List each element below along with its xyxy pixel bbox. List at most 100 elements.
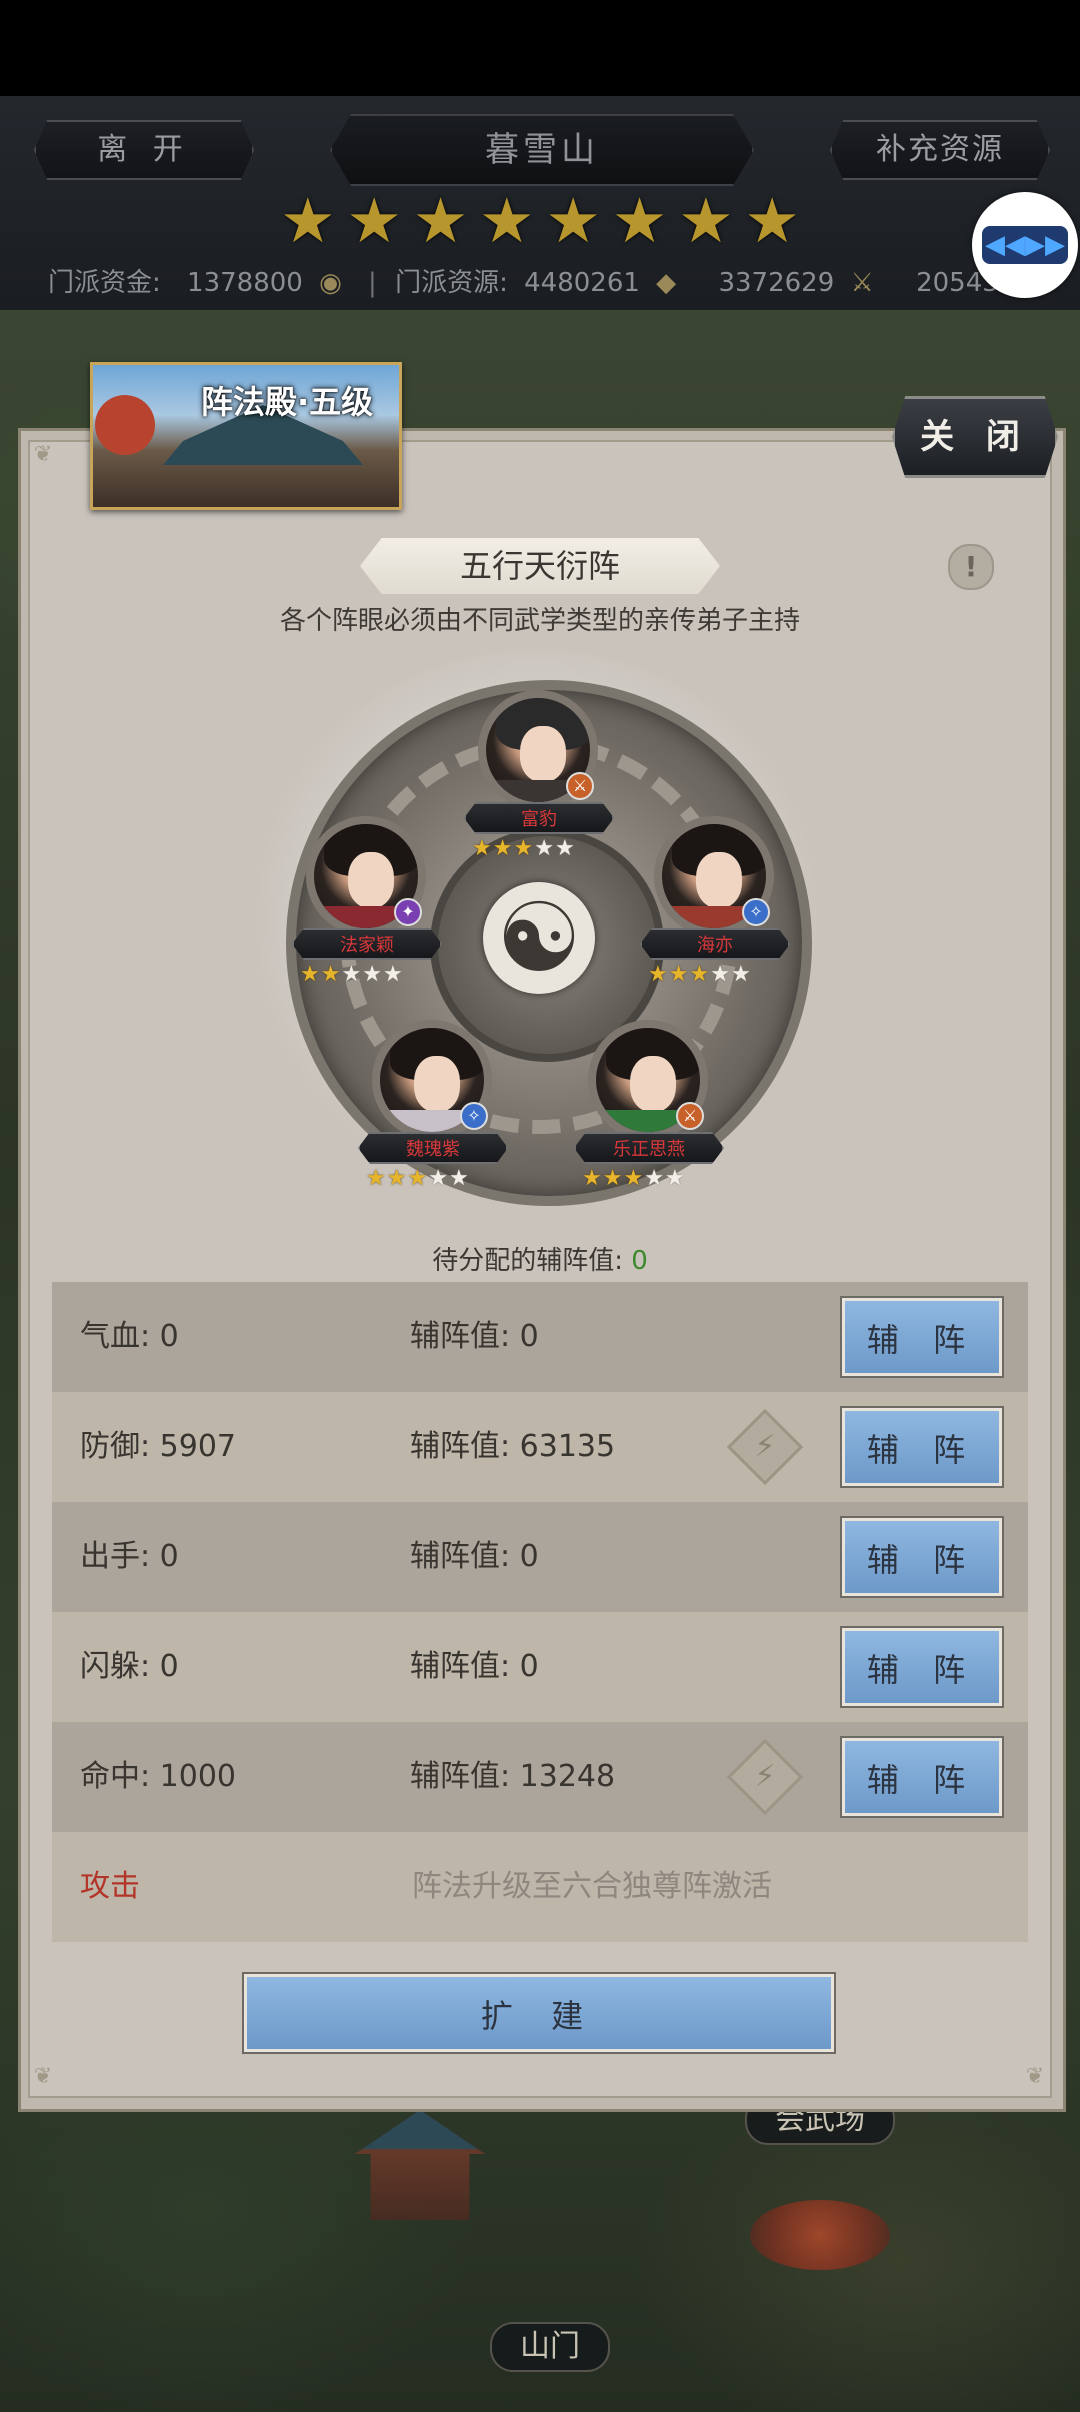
martial-type-badge-icon: ✧ [460, 1102, 488, 1130]
face [348, 852, 394, 908]
star-icon: ★ [545, 184, 601, 257]
star-filled-icon: ★ [300, 962, 321, 987]
mountain-name: 暮雪山 [330, 114, 754, 186]
disciple-name: 乐正思燕 [574, 1132, 724, 1164]
disciple-stars: ★★★★★ [582, 1166, 712, 1192]
stat-assist-value: 辅阵值: 13248 [410, 1759, 616, 1794]
formation-description: 各个阵眼必须由不同武学类型的亲传弟子主持 [279, 606, 800, 636]
resource-2-value: 3372629 [718, 268, 835, 298]
star-filled-icon: ★ [689, 962, 711, 987]
star-filled-icon: ★ [366, 1166, 387, 1191]
disciple-stars: ★★★★★ [648, 962, 778, 988]
assist-button[interactable]: 辅 阵 [842, 1408, 1002, 1486]
corner-ornament-icon: ❦ [33, 2064, 53, 2089]
star-empty-icon: ★ [730, 962, 752, 987]
star-empty-icon: ★ [362, 962, 383, 987]
stat-label: 防御: 5907 [80, 1429, 237, 1464]
face [520, 726, 566, 782]
formation-slot-bottom-left[interactable]: ✧ 魏瑰紫 ★★★★★ [358, 1020, 508, 1198]
star-filled-icon: ★ [648, 962, 669, 987]
resource-value: 4480261 [524, 268, 640, 298]
martial-type-badge-icon: ⚔ [676, 1102, 704, 1130]
stat-assist-value: 辅阵值: 0 [410, 1649, 539, 1684]
star-filled-icon: ★ [320, 962, 342, 987]
map-plaza [750, 2200, 890, 2270]
star-empty-icon: ★ [382, 962, 404, 987]
star-filled-icon: ★ [582, 1166, 603, 1191]
disciple-name: 魏瑰紫 [358, 1132, 508, 1164]
corner-ornament-icon: ❦ [33, 442, 53, 467]
funds-label: 门派资金: [48, 268, 161, 298]
star-filled-icon: ★ [407, 1166, 429, 1191]
star-filled-icon: ★ [668, 962, 690, 987]
swap-icon[interactable]: ⚡ [726, 1738, 804, 1816]
star-empty-icon: ★ [448, 1166, 470, 1191]
star-icon: ★ [744, 184, 800, 257]
star-empty-icon: ★ [664, 1166, 686, 1191]
star-filled-icon: ★ [513, 836, 535, 861]
stat-row-speed: 出手: 0 辅阵值: 0 辅 阵 [52, 1502, 1028, 1612]
star-empty-icon: ★ [534, 836, 555, 861]
assist-button[interactable]: 辅 阵 [842, 1738, 1002, 1816]
leave-button[interactable]: 离 开 [34, 120, 254, 180]
stat-row-hp: 气血: 0 辅阵值: 0 辅 阵 [52, 1282, 1028, 1392]
star-icon: ★ [412, 184, 469, 257]
stat-assist-value: 辅阵值: 0 [410, 1539, 539, 1574]
tree-decoration [95, 395, 155, 455]
stat-label: 命中: 1000 [80, 1759, 237, 1794]
star-empty-icon: ★ [428, 1166, 449, 1191]
refill-resources-button[interactable]: 补充资源 [830, 120, 1050, 180]
star-icon: ★ [346, 184, 402, 257]
stat-label: 闪躲: 0 [80, 1649, 179, 1684]
star-filled-icon: ★ [472, 836, 493, 861]
star-empty-icon: ★ [710, 962, 731, 987]
swap-icon[interactable]: ⚡ [726, 1408, 804, 1486]
floating-assistant-button[interactable]: ◀◀▶▶ [972, 192, 1078, 298]
resource-label: 门派资源: [395, 268, 508, 298]
yin-yang-icon: ☯ [483, 882, 595, 994]
formation-slot-bottom-right[interactable]: ⚔ 乐正思燕 ★★★★★ [574, 1020, 724, 1198]
map-label-shanmen[interactable]: 山门 [490, 2322, 610, 2372]
assist-button[interactable]: 辅 阵 [842, 1628, 1002, 1706]
stat-assist-value: 辅阵值: 0 [410, 1319, 539, 1354]
stat-label: 气血: 0 [80, 1319, 179, 1354]
expand-button[interactable]: 扩 建 [244, 1974, 834, 2052]
formation-slot-left[interactable]: ✦ 法家颖 ★★★★★ [292, 816, 442, 994]
info-icon[interactable]: ! [948, 544, 994, 590]
face [630, 1056, 676, 1112]
martial-type-badge-icon: ⚔ [566, 772, 594, 800]
attack-locked-note: 阵法升级至六合独尊阵激活 [412, 1869, 772, 1904]
sword-icon: ⚔ [850, 268, 874, 298]
formation-slot-right[interactable]: ✧ 海亦 ★★★★★ [640, 816, 790, 994]
star-filled-icon: ★ [386, 1166, 408, 1191]
star-empty-icon: ★ [341, 962, 363, 987]
corner-ornament-icon: ❦ [1025, 2064, 1045, 2089]
stat-label: 出手: 0 [80, 1539, 179, 1574]
pending-label: 待分配的辅阵值: [432, 1246, 623, 1276]
close-button[interactable]: 关 闭 [892, 396, 1058, 478]
divider: | [368, 268, 377, 298]
star-icon: ★ [678, 184, 734, 257]
star-empty-icon: ★ [644, 1166, 665, 1191]
assist-button[interactable]: 辅 阵 [842, 1518, 1002, 1596]
assist-button[interactable]: 辅 阵 [842, 1298, 1002, 1376]
star-filled-icon: ★ [623, 1166, 645, 1191]
disciple-stars: ★★★★★ [366, 1166, 496, 1192]
resource-bar: 门派资金: 1378800 ◉ | 门派资源: 4480261 ◆ 337262… [48, 266, 1048, 300]
stat-assist-value: 辅阵值: 63135 [410, 1429, 616, 1464]
face [414, 1056, 460, 1112]
hall-title-card: 阵法殿·五级 [90, 362, 402, 510]
hall-title: 阵法殿·五级 [201, 383, 374, 421]
disciple-name: 富豹 [464, 802, 614, 834]
disciple-name: 法家颖 [292, 928, 442, 960]
stat-row-hit: 命中: 1000 辅阵值: 13248 ⚡ 辅 阵 [52, 1722, 1028, 1832]
pending-value: 0 [631, 1246, 648, 1276]
face [696, 852, 742, 908]
stat-row-dodge: 闪躲: 0 辅阵值: 0 辅 阵 [52, 1612, 1028, 1722]
martial-type-badge-icon: ✦ [394, 898, 422, 926]
formation-slot-top[interactable]: ⚔ 富豹 ★★★★★ [464, 690, 614, 868]
star-filled-icon: ★ [602, 1166, 624, 1191]
martial-type-badge-icon: ✧ [742, 898, 770, 926]
disciple-stars: ★★★★★ [300, 962, 430, 988]
status-bar-space [0, 0, 1080, 96]
